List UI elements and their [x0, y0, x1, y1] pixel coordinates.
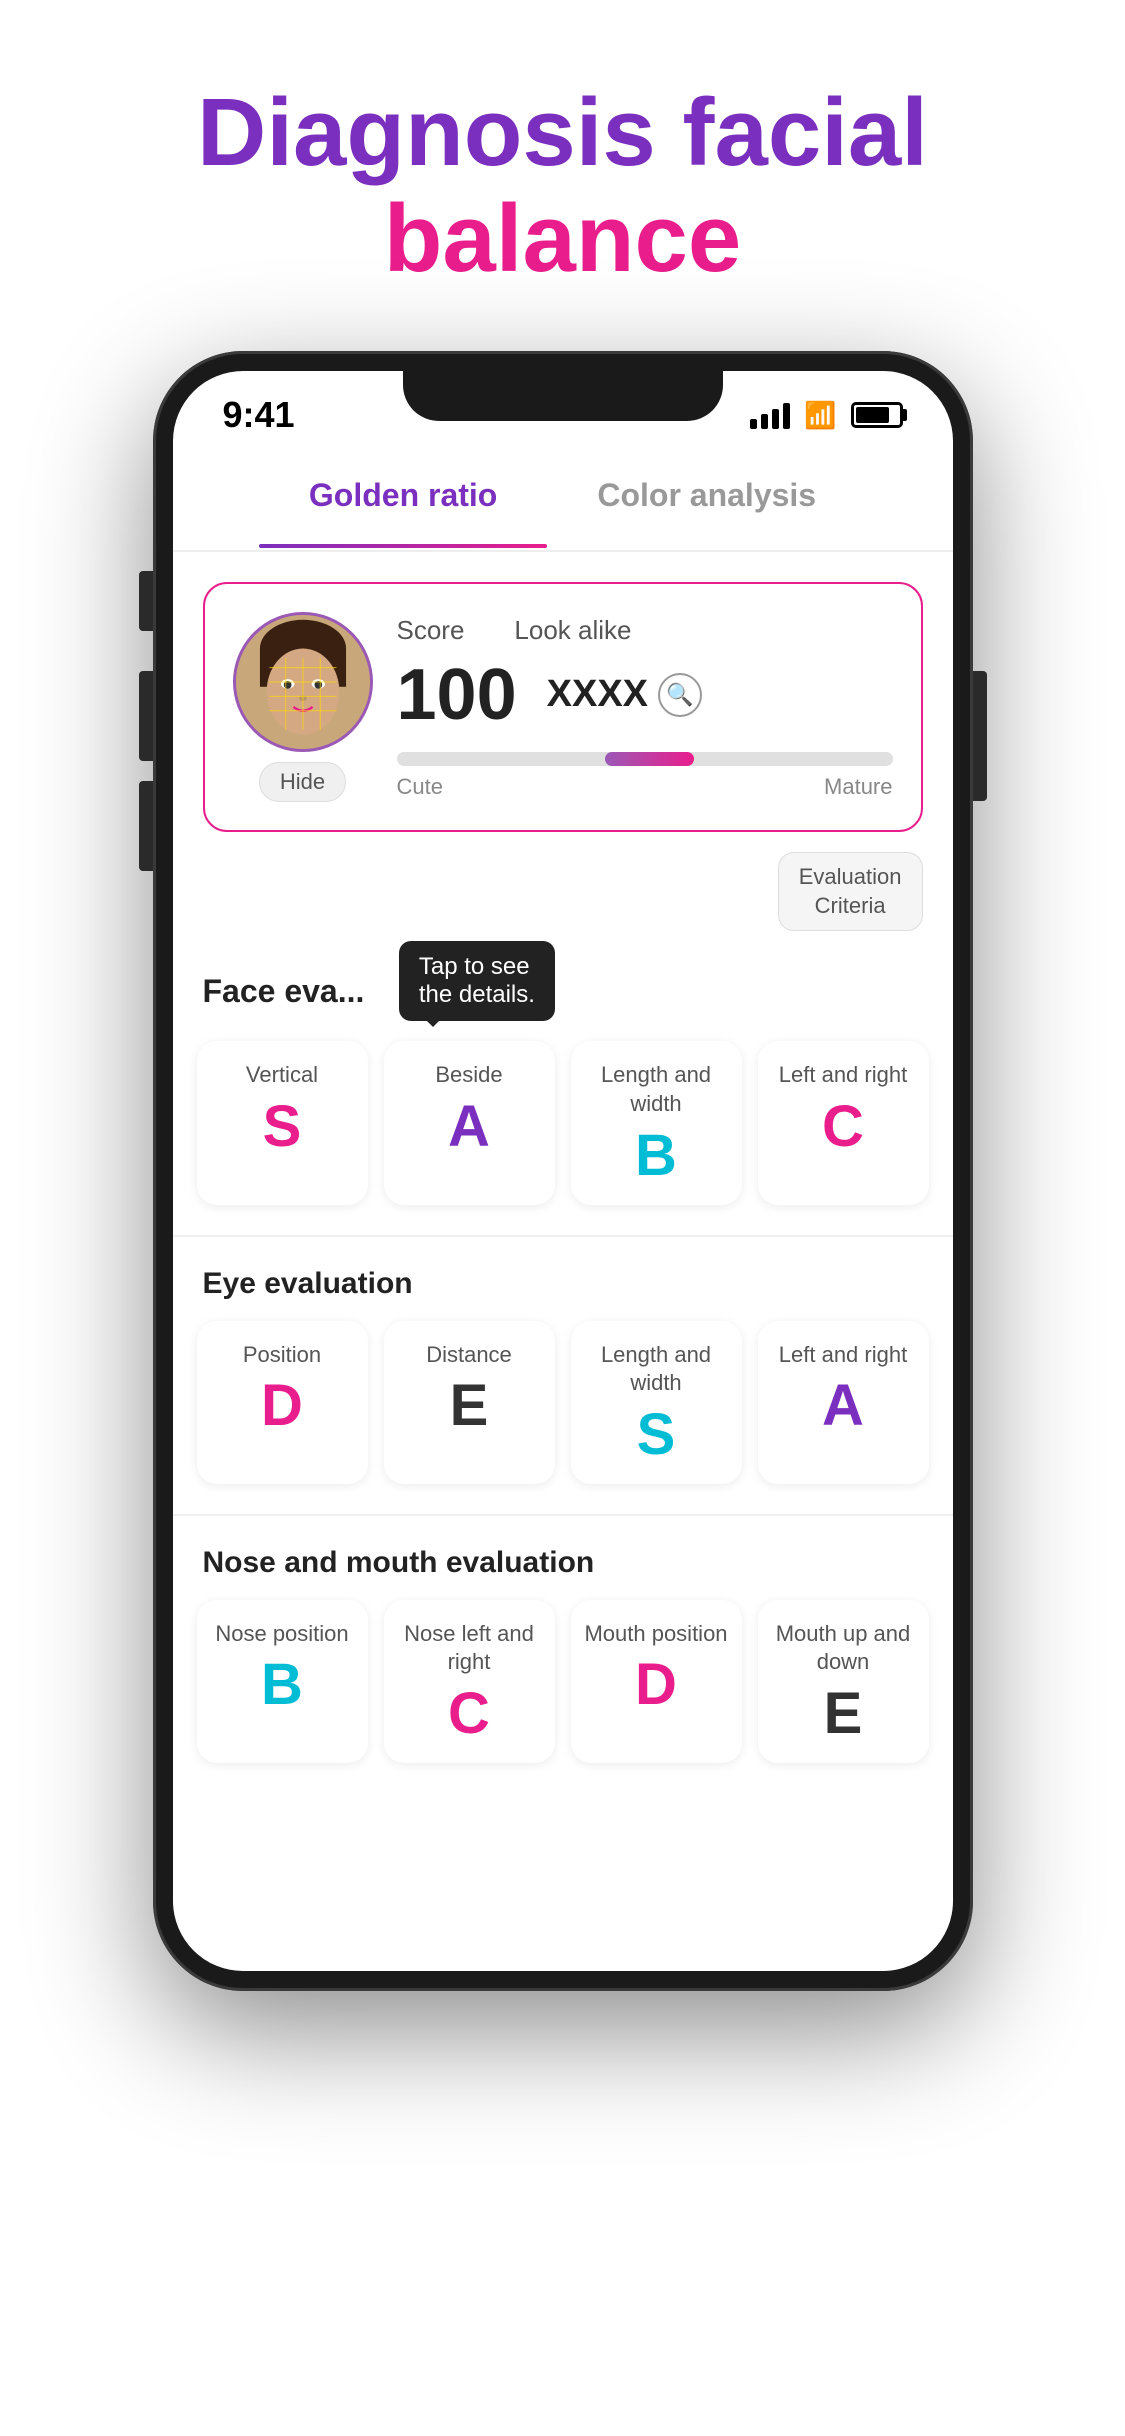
eval-card-grade: C	[822, 1098, 864, 1156]
tab-bar: Golden ratio Color analysis	[173, 441, 953, 552]
nose-mouth-evaluation-section: Nose and mouth evaluation Nose position …	[173, 1526, 953, 1783]
score-labels: Score Look alike	[397, 615, 893, 646]
eval-card[interactable]: Nose left and right C	[384, 1600, 555, 1763]
eval-card[interactable]: Left and right C	[758, 1041, 929, 1204]
eval-card-grade: B	[261, 1656, 303, 1714]
divider-2	[173, 1514, 953, 1516]
eval-card-grade: D	[261, 1377, 303, 1435]
eval-card-grade: E	[450, 1377, 489, 1435]
eval-card-label: Nose left and right	[394, 1620, 545, 1677]
phone-shell: 9:41 📶 Golden ratio Color analys	[153, 351, 973, 1991]
face-evaluation-title: Face eva...	[203, 973, 365, 1009]
score-value: 100	[397, 654, 517, 736]
eye-evaluation-section: Eye evaluation Position D Distance E Len…	[173, 1247, 953, 1504]
eval-card-grade: S	[637, 1406, 676, 1464]
wifi-icon: 📶	[804, 400, 836, 431]
volume-up-button	[139, 671, 153, 761]
power-button	[973, 671, 987, 801]
eval-card-label: Position	[243, 1341, 321, 1370]
eval-card-grade: B	[635, 1127, 677, 1185]
eval-card[interactable]: Distance E	[384, 1321, 555, 1484]
eval-card[interactable]: Length and width B	[571, 1041, 742, 1204]
scale-cute: Cute	[397, 774, 443, 800]
eval-card[interactable]: Length and width S	[571, 1321, 742, 1484]
nose-mouth-evaluation-title: Nose and mouth evaluation	[173, 1526, 953, 1590]
headline-line2: balance	[384, 185, 742, 292]
eval-card-grade: A	[822, 1377, 864, 1435]
scale-mature: Mature	[824, 774, 892, 800]
evaluation-criteria-button[interactable]: EvaluationCriteria	[778, 852, 923, 931]
phone-mockup: 9:41 📶 Golden ratio Color analys	[153, 351, 973, 1991]
score-info: Score Look alike 100 XXXX 🔍 Cu	[397, 615, 893, 800]
status-time: 9:41	[223, 394, 295, 436]
status-icons: 📶	[750, 400, 902, 431]
search-icon[interactable]: 🔍	[658, 673, 702, 717]
eye-evaluation-title: Eye evaluation	[173, 1247, 953, 1311]
face-evaluation-section: Face eva... Tap to seethe details. Verti…	[173, 941, 953, 1224]
eval-card-grade: A	[448, 1098, 490, 1156]
score-label: Score	[397, 615, 465, 646]
signal-icon	[750, 401, 790, 429]
eval-card-label: Beside	[435, 1061, 502, 1090]
eye-evaluation-grid: Position D Distance E Length and width S…	[173, 1311, 953, 1504]
headline: Diagnosis facial balance	[0, 0, 1125, 331]
eval-card-label: Left and right	[779, 1061, 907, 1090]
look-alike-value: XXXX 🔍	[547, 673, 702, 717]
eval-card[interactable]: Mouth position D	[571, 1600, 742, 1763]
battery-icon	[851, 402, 903, 428]
eval-card-label: Vertical	[246, 1061, 318, 1090]
tab-color-analysis[interactable]: Color analysis	[547, 461, 866, 530]
eval-card-grade: D	[635, 1656, 677, 1714]
score-card: Hide Score Look alike 100 XXXX 🔍	[203, 582, 923, 832]
eval-card-label: Left and right	[779, 1341, 907, 1370]
tab-golden-ratio[interactable]: Golden ratio	[259, 461, 547, 530]
volume-down-button	[139, 781, 153, 871]
avatar	[233, 612, 373, 752]
eval-card-grade: C	[448, 1685, 490, 1743]
eval-card[interactable]: Position D	[197, 1321, 368, 1484]
nose-mouth-evaluation-grid: Nose position B Nose left and right C Mo…	[173, 1590, 953, 1783]
eval-card-grade: S	[263, 1098, 302, 1156]
eval-card-label: Length and width	[581, 1341, 732, 1398]
eval-card[interactable]: Nose position B	[197, 1600, 368, 1763]
eval-card[interactable]: Left and right A	[758, 1321, 929, 1484]
tooltip-bubble: Tap to seethe details.	[399, 941, 555, 1021]
eval-card[interactable]: Mouth up and down E	[758, 1600, 929, 1763]
eval-card-label: Length and width	[581, 1061, 732, 1118]
scale-labels: Cute Mature	[397, 774, 893, 800]
cute-mature-scale	[397, 752, 893, 766]
eval-card-label: Distance	[426, 1341, 512, 1370]
face-evaluation-grid: Vertical S Beside A Length and width B L…	[173, 1031, 953, 1224]
eval-card[interactable]: Beside A	[384, 1041, 555, 1204]
eval-card-label: Mouth up and down	[768, 1620, 919, 1677]
eval-card-label: Nose position	[215, 1620, 348, 1649]
eval-card-label: Mouth position	[584, 1620, 727, 1649]
notch	[403, 371, 723, 421]
look-alike-label: Look alike	[514, 615, 631, 646]
phone-screen: 9:41 📶 Golden ratio Color analys	[173, 371, 953, 1971]
divider-1	[173, 1235, 953, 1237]
mute-button	[139, 571, 153, 631]
eval-card-grade: E	[824, 1685, 863, 1743]
hide-button[interactable]: Hide	[259, 762, 346, 802]
score-values: 100 XXXX 🔍	[397, 654, 893, 736]
headline-line1: Diagnosis facial	[197, 79, 928, 186]
eval-card[interactable]: Vertical S	[197, 1041, 368, 1204]
